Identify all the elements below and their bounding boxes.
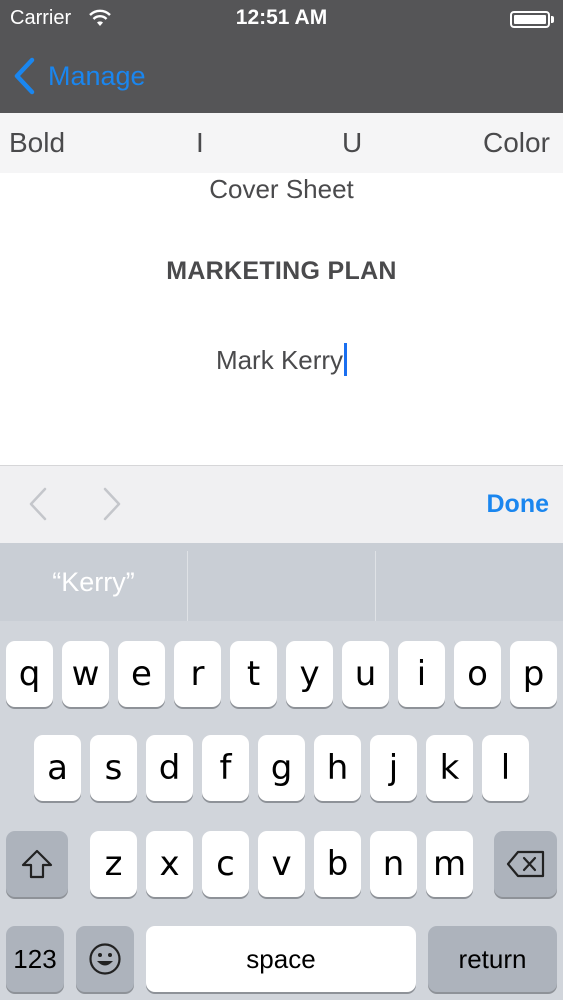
key-o[interactable]: o bbox=[454, 641, 501, 707]
shift-key[interactable] bbox=[6, 831, 68, 897]
clock: 12:51 AM bbox=[235, 6, 328, 29]
prediction-2[interactable] bbox=[188, 543, 375, 621]
italic-button[interactable]: I bbox=[196, 127, 204, 159]
key-r[interactable]: r bbox=[174, 641, 221, 707]
back-button[interactable]: Manage bbox=[12, 56, 146, 96]
back-button-label: Manage bbox=[48, 60, 146, 91]
color-button[interactable]: Color bbox=[483, 127, 550, 159]
key-w[interactable]: w bbox=[62, 641, 109, 707]
key-h[interactable]: h bbox=[314, 735, 361, 801]
key-q[interactable]: q bbox=[6, 641, 53, 707]
previous-field-button[interactable] bbox=[28, 486, 48, 522]
key-d[interactable]: d bbox=[146, 735, 193, 801]
key-p[interactable]: p bbox=[510, 641, 557, 707]
key-u[interactable]: u bbox=[342, 641, 389, 707]
bold-button[interactable]: Bold bbox=[9, 127, 65, 159]
doc-author-text: Mark Kerry bbox=[215, 345, 344, 375]
key-n[interactable]: n bbox=[370, 831, 417, 897]
key-z[interactable]: z bbox=[90, 831, 137, 897]
key-x[interactable]: x bbox=[146, 831, 193, 897]
prediction-3[interactable] bbox=[376, 543, 563, 621]
battery-icon bbox=[510, 11, 550, 28]
key-a[interactable]: a bbox=[34, 735, 81, 801]
done-button[interactable]: Done bbox=[487, 490, 550, 519]
chevron-left-icon bbox=[14, 57, 35, 95]
emoji-icon bbox=[89, 943, 121, 975]
battery-tip bbox=[551, 16, 554, 23]
key-g[interactable]: g bbox=[258, 735, 305, 801]
key-l[interactable]: l bbox=[482, 735, 529, 801]
key-k[interactable]: k bbox=[426, 735, 473, 801]
key-c[interactable]: c bbox=[202, 831, 249, 897]
return-key[interactable]: return bbox=[428, 926, 557, 992]
emoji-key[interactable] bbox=[76, 926, 134, 992]
key-e[interactable]: e bbox=[118, 641, 165, 707]
key-y[interactable]: y bbox=[286, 641, 333, 707]
top-bar: Carrier 12:51 AM Manage bbox=[0, 0, 563, 113]
doc-line-author: Mark Kerry bbox=[0, 343, 563, 376]
delete-key[interactable] bbox=[494, 831, 557, 897]
predictive-bar: “Kerry” bbox=[0, 543, 563, 621]
key-s[interactable]: s bbox=[90, 735, 137, 801]
format-toolbar: Bold I U Color bbox=[0, 113, 563, 173]
numbers-key[interactable]: 123 bbox=[6, 926, 64, 992]
key-t[interactable]: t bbox=[230, 641, 277, 707]
key-m[interactable]: m bbox=[426, 831, 473, 897]
doc-line-title: MARKETING PLAN bbox=[166, 257, 397, 285]
keyboard: “Kerry” q w e r t y u i o p a s d f g h … bbox=[0, 543, 563, 1000]
underline-button[interactable]: U bbox=[342, 127, 362, 159]
doc-line-cover: Cover Sheet bbox=[209, 174, 354, 204]
shift-icon bbox=[21, 849, 53, 879]
key-j[interactable]: j bbox=[370, 735, 417, 801]
backspace-icon bbox=[506, 850, 544, 878]
space-key[interactable]: space bbox=[146, 926, 416, 992]
prediction-1[interactable]: “Kerry” bbox=[0, 543, 187, 621]
text-caret bbox=[344, 343, 348, 376]
key-b[interactable]: b bbox=[314, 831, 361, 897]
status-bar: Carrier 12:51 AM bbox=[0, 0, 563, 38]
keyboard-accessory-bar: Done bbox=[0, 465, 563, 543]
key-v[interactable]: v bbox=[258, 831, 305, 897]
key-i[interactable]: i bbox=[398, 641, 445, 707]
document-editor[interactable]: Cover Sheet MARKETING PLAN Mark Kerry bbox=[0, 173, 563, 465]
next-field-button[interactable] bbox=[102, 486, 122, 522]
key-f[interactable]: f bbox=[202, 735, 249, 801]
